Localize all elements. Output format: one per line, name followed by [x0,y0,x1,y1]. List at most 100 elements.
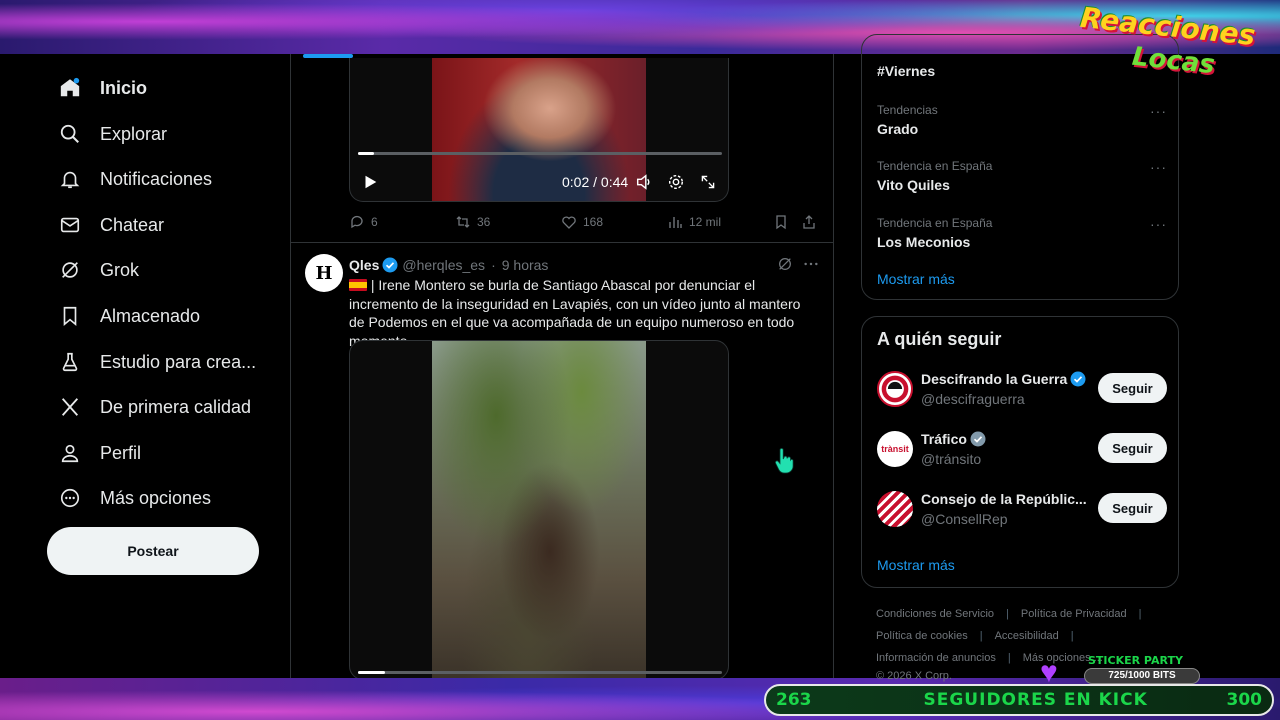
video-progress-fill [358,152,375,155]
follow-button[interactable]: Seguir [1098,433,1167,463]
video-progress-fill [358,671,386,674]
settings-icon[interactable] [666,172,686,192]
like-button[interactable]: 168 [561,214,603,230]
repost-count: 36 [477,215,491,229]
footer-link-privacy[interactable]: Política de Privacidad [1021,608,1127,620]
hand-cursor-icon [775,448,794,474]
footer-link-terms[interactable]: Condiciones de Servicio [876,608,994,620]
nav-label: Estudio para crea... [100,351,257,372]
volume-icon[interactable] [634,172,654,192]
follow-button[interactable]: Seguir [1098,373,1167,403]
trend-more-icon[interactable]: ··· [1150,103,1167,119]
trend-item[interactable]: Tendencia en España Los Meconios ··· [877,216,1167,250]
trends-show-more-link[interactable]: Mostrar más [877,271,955,287]
nav-item-grok[interactable]: Grok [56,250,139,290]
footer-link-accessibility[interactable]: Accesibilidad [995,630,1059,642]
scroll-indicator [303,54,353,58]
heart-icon [562,216,576,229]
trend-name: Grado [877,121,919,137]
nav-item-chat[interactable]: Chatear [56,205,164,245]
follow-show-more-link[interactable]: Mostrar más [877,557,955,573]
tweet-video-player[interactable]: 0:02 / 0:44 [349,58,729,202]
trend-category: Tendencia en España [877,159,993,173]
tweet-divider [291,242,833,243]
tweet-header: Qles @herqles_es · 9 horas [349,257,549,273]
share-button[interactable] [801,214,823,230]
account-handle[interactable]: @descifraguerra [921,391,1025,407]
sticker-bits-progress: 725/1000 BITS [1084,668,1200,684]
feed-column[interactable]: 0:02 / 0:44 6 36 168 12 mil H Qles @herq… [290,54,834,678]
video-progress-bar[interactable] [358,671,722,674]
play-icon[interactable] [360,172,380,192]
views-count: 12 mil [689,215,722,229]
author-handle[interactable]: @herqles_es [402,257,485,273]
nav-item-creator-studio[interactable]: Estudio para crea... [56,342,256,382]
account-name[interactable]: Consejo de la Repúblic... [921,491,1087,507]
kick-current-count: 263 [776,690,812,710]
tweet-video-player[interactable] [349,340,729,678]
nav-label: Más opciones [100,487,212,508]
share-icon [803,215,815,229]
repost-icon [456,216,470,228]
account-name-text: Descifrando la Guerra [921,371,1068,387]
nav-item-bookmarks[interactable]: Almacenado [56,296,200,336]
sidebar-nav: Inicio Explorar Notificaciones Chatear G… [0,54,290,678]
nav-item-premium[interactable]: De primera calidad [56,387,251,427]
kick-goal-label: SEGUIDORES EN KICK [923,690,1148,710]
footer-link-cookies[interactable]: Política de cookies [876,630,968,642]
nav-item-home[interactable]: Inicio [56,68,147,108]
footer-row: Política de cookies | Accesibilidad | [876,630,1074,642]
trend-name: Los Meconios [877,234,971,250]
account-name[interactable]: Tráfico [921,431,990,447]
nav-item-profile[interactable]: Perfil [56,433,141,473]
footer-copyright: © 2026 X Corp. [876,670,952,682]
trend-item[interactable]: Tendencias Grado ··· [877,103,1167,137]
footer-link-ads[interactable]: Información de anuncios [876,652,996,664]
video-frame [432,341,646,678]
tweet-timestamp[interactable]: 9 horas [502,257,549,273]
person-icon [56,439,84,467]
avatar[interactable] [877,491,913,527]
account-name-text: Tráfico [921,431,967,447]
trend-category: Tendencia en España [877,216,993,230]
nav-item-explore[interactable]: Explorar [56,114,167,154]
bookmark-icon [776,215,786,230]
nav-item-notifications[interactable]: Notificaciones [56,159,212,199]
account-handle[interactable]: @tránsito [921,451,981,467]
reply-button[interactable]: 6 [349,214,378,230]
avatar[interactable]: H [305,254,343,292]
trend-more-icon[interactable]: ··· [1150,159,1167,175]
follow-button[interactable]: Seguir [1098,493,1167,523]
panel-title: A quién seguir [877,329,1002,349]
nav-item-more[interactable]: Más opciones [56,478,211,518]
views-button[interactable]: 12 mil [667,214,721,230]
video-progress-bar[interactable] [358,152,722,155]
bookmark-button[interactable] [773,214,795,230]
right-sidebar: #Viernes Tendencias Grado ··· Tendencia … [834,34,1280,682]
trend-more-icon[interactable]: ··· [1150,216,1167,232]
bell-icon [56,165,84,193]
search-icon [56,120,84,148]
who-to-follow-panel: A quién seguir Descifrando la Guerra @de… [861,316,1179,588]
nav-label: Notificaciones [100,168,213,189]
verified-badge-icon [1070,371,1086,387]
verified-badge-icon [970,431,986,447]
author-name[interactable]: Qles [349,257,379,273]
more-options-icon[interactable] [803,256,819,272]
repost-button[interactable]: 36 [455,214,490,230]
grok-icon[interactable] [777,256,793,272]
avatar[interactable] [877,371,913,407]
nav-label: Explorar [100,123,168,144]
account-handle[interactable]: @ConsellRep [921,511,1008,527]
follow-suggestion[interactable]: trànsit Tráfico @tránsito Seguir [877,431,1167,471]
post-button[interactable]: Postear [47,527,259,575]
avatar[interactable]: trànsit [877,431,913,467]
kick-followers-goal: 263 SEGUIDORES EN KICK 300 [764,684,1274,716]
fullscreen-icon[interactable] [698,172,718,192]
trend-item[interactable]: Tendencia en España Vito Quiles ··· [877,159,1167,193]
account-name[interactable]: Descifrando la Guerra [921,371,1090,387]
bookmark-icon [56,302,84,330]
follow-suggestion[interactable]: Consejo de la Repúblic... @ConsellRep Se… [877,491,1167,531]
follow-suggestion[interactable]: Descifrando la Guerra @descifraguerra Se… [877,371,1167,411]
channel-logo: Reacciones Locas [1079,1,1270,100]
